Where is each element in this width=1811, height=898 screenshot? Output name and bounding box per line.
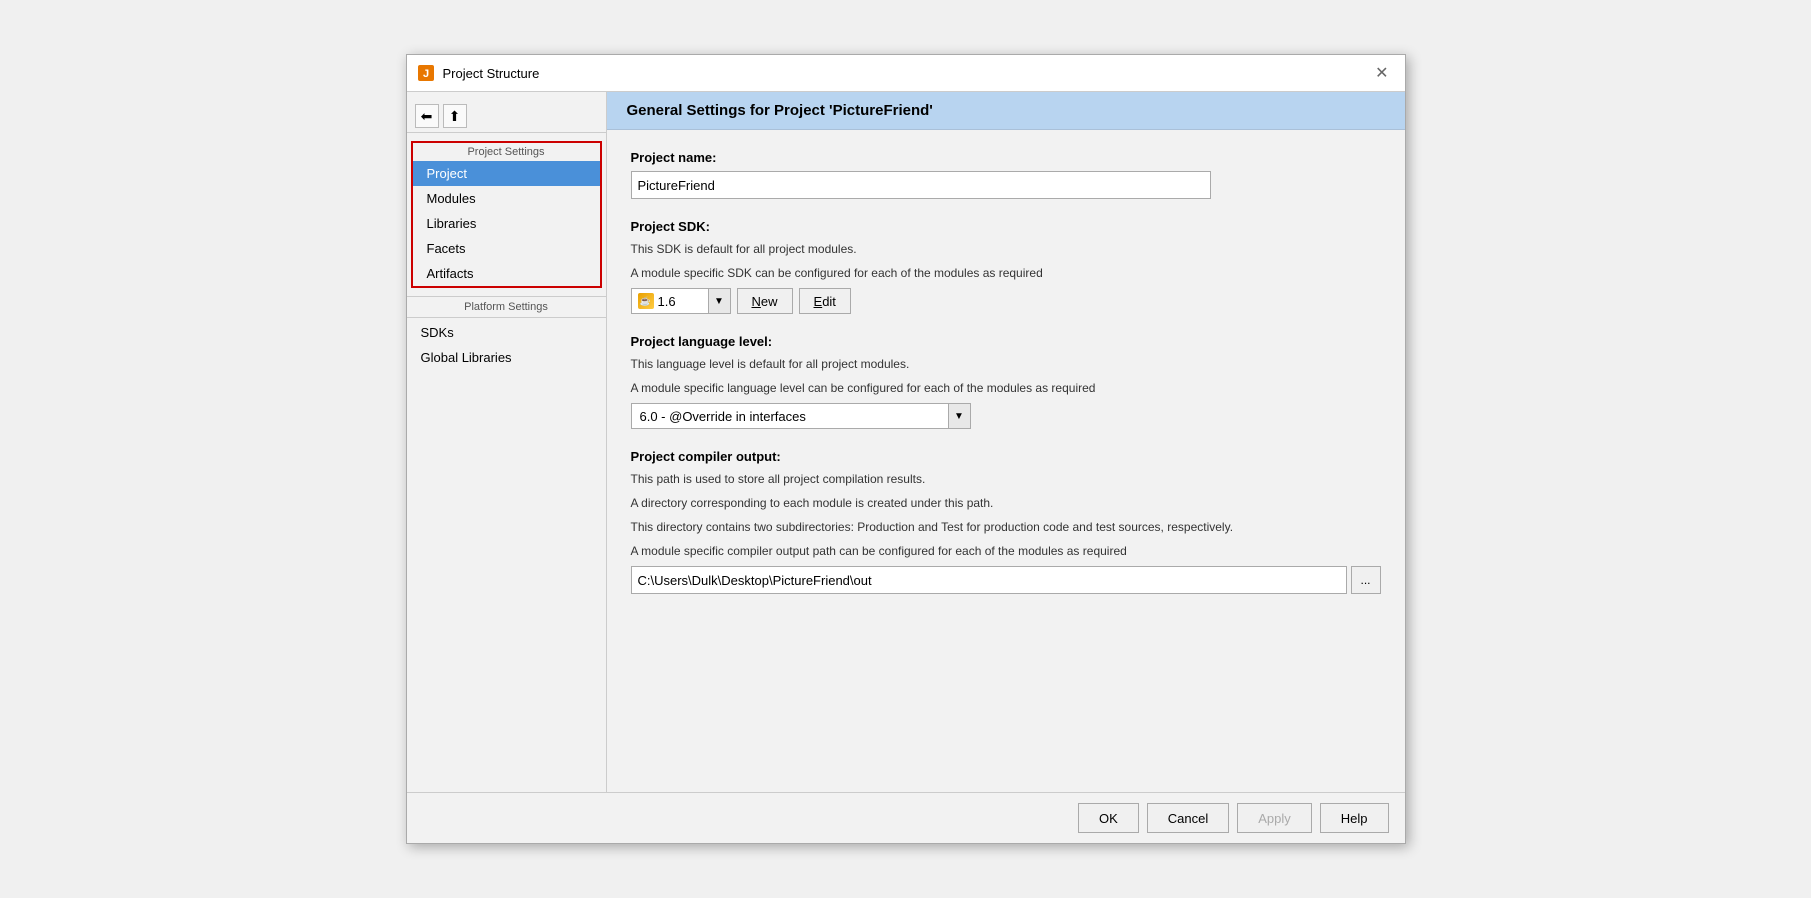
sdk-row: ☕ 1.6 ▼ New Edit xyxy=(631,288,1381,314)
edit-sdk-button[interactable]: Edit xyxy=(799,288,851,314)
close-button[interactable]: ✕ xyxy=(1369,61,1394,85)
window-title: Project Structure xyxy=(443,66,540,81)
language-level-value: 6.0 - @Override in interfaces xyxy=(632,409,948,424)
new-sdk-label: New xyxy=(752,294,778,309)
platform-settings-header: Platform Settings xyxy=(407,296,606,318)
language-level-dropdown-btn[interactable]: ▼ xyxy=(948,404,970,428)
sidebar-item-artifacts[interactable]: Artifacts xyxy=(413,261,600,286)
title-bar: J Project Structure ✕ xyxy=(407,55,1405,92)
compiler-output-input[interactable] xyxy=(631,566,1347,594)
compiler-output-desc2: A directory corresponding to each module… xyxy=(631,494,1381,512)
project-sdk-desc1: This SDK is default for all project modu… xyxy=(631,240,1381,258)
project-sdk-desc2: A module specific SDK can be configured … xyxy=(631,264,1381,282)
app-icon: J xyxy=(417,64,435,82)
chevron-down-icon: ▼ xyxy=(954,411,964,422)
ok-button[interactable]: OK xyxy=(1078,803,1139,833)
sidebar: ⬅ ⬆ Project Settings Project Modules Lib… xyxy=(407,92,607,792)
edit-sdk-label: Edit xyxy=(814,294,836,309)
compiler-output-desc4: A module specific compiler output path c… xyxy=(631,542,1381,560)
project-settings-header: Project Settings xyxy=(413,143,600,161)
sdk-icon: ☕ xyxy=(638,293,654,309)
sidebar-toolbar: ⬅ ⬆ xyxy=(407,100,606,133)
sdk-select-inner: ☕ 1.6 xyxy=(632,293,708,309)
sdk-value: 1.6 xyxy=(658,294,676,309)
compiler-output-label: Project compiler output: xyxy=(631,449,1381,464)
main-header: General Settings for Project 'PictureFri… xyxy=(607,92,1405,130)
sdk-select[interactable]: ☕ 1.6 ▼ xyxy=(631,288,731,314)
apply-button[interactable]: Apply xyxy=(1237,803,1312,833)
language-level-desc1: This language level is default for all p… xyxy=(631,355,1381,373)
language-level-desc2: A module specific language level can be … xyxy=(631,379,1381,397)
sidebar-item-sdks[interactable]: SDKs xyxy=(407,320,606,345)
sdk-dropdown-btn[interactable]: ▼ xyxy=(708,289,730,313)
project-name-input[interactable] xyxy=(631,171,1211,199)
language-level-section: Project language level: This language le… xyxy=(631,334,1381,429)
sidebar-item-modules[interactable]: Modules xyxy=(413,186,600,211)
sidebar-item-libraries[interactable]: Libraries xyxy=(413,211,600,236)
new-sdk-button[interactable]: New xyxy=(737,288,793,314)
project-name-label: Project name: xyxy=(631,150,1381,165)
compiler-output-section: Project compiler output: This path is us… xyxy=(631,449,1381,594)
forward-icon: ⬆ xyxy=(449,108,461,125)
chevron-down-icon: ▼ xyxy=(714,296,724,307)
sidebar-item-global-libraries[interactable]: Global Libraries xyxy=(407,345,606,370)
svg-text:J: J xyxy=(422,68,428,80)
browse-icon: ... xyxy=(1360,573,1370,587)
project-sdk-section: Project SDK: This SDK is default for all… xyxy=(631,219,1381,314)
sidebar-item-project[interactable]: Project xyxy=(413,161,600,186)
browse-button[interactable]: ... xyxy=(1351,566,1381,594)
forward-button[interactable]: ⬆ xyxy=(443,104,467,128)
back-icon: ⬅ xyxy=(421,108,433,125)
language-level-label: Project language level: xyxy=(631,334,1381,349)
project-structure-dialog: J Project Structure ✕ ⬅ ⬆ Project Settin… xyxy=(406,54,1406,844)
compiler-output-desc1: This path is used to store all project c… xyxy=(631,470,1381,488)
project-sdk-label: Project SDK: xyxy=(631,219,1381,234)
sidebar-item-facets[interactable]: Facets xyxy=(413,236,600,261)
title-bar-left: J Project Structure xyxy=(417,64,540,82)
back-button[interactable]: ⬅ xyxy=(415,104,439,128)
project-settings-section: Project Settings Project Modules Librari… xyxy=(411,141,602,288)
compiler-output-desc3: This directory contains two subdirectori… xyxy=(631,518,1381,536)
project-name-section: Project name: xyxy=(631,150,1381,199)
help-button[interactable]: Help xyxy=(1320,803,1389,833)
footer: OK Cancel Apply Help xyxy=(407,792,1405,843)
main-content: General Settings for Project 'PictureFri… xyxy=(607,92,1405,792)
language-level-select[interactable]: 6.0 - @Override in interfaces ▼ xyxy=(631,403,971,429)
output-row: ... xyxy=(631,566,1381,594)
dialog-body: ⬅ ⬆ Project Settings Project Modules Lib… xyxy=(407,92,1405,792)
cancel-button[interactable]: Cancel xyxy=(1147,803,1229,833)
main-body: Project name: Project SDK: This SDK is d… xyxy=(607,130,1405,792)
